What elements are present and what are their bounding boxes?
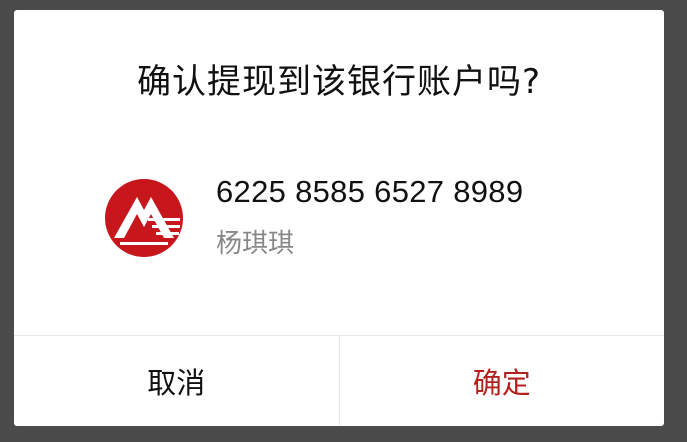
cancel-button[interactable]: 取消 (14, 336, 340, 426)
account-holder-name: 杨琪琪 (216, 229, 295, 259)
dialog-footer: 取消 确定 (14, 335, 664, 426)
bank-logo-icon (105, 179, 183, 257)
card-number: 6225 8585 6527 8989 (216, 174, 524, 209)
confirm-button[interactable]: 确定 (340, 336, 665, 426)
dialog-title: 确认提现到该银行账户吗? (136, 62, 542, 102)
withdraw-confirm-dialog: 确认提现到该银行账户吗? 6225 8585 6527 8989 杨琪琪 取消 … (14, 10, 664, 426)
